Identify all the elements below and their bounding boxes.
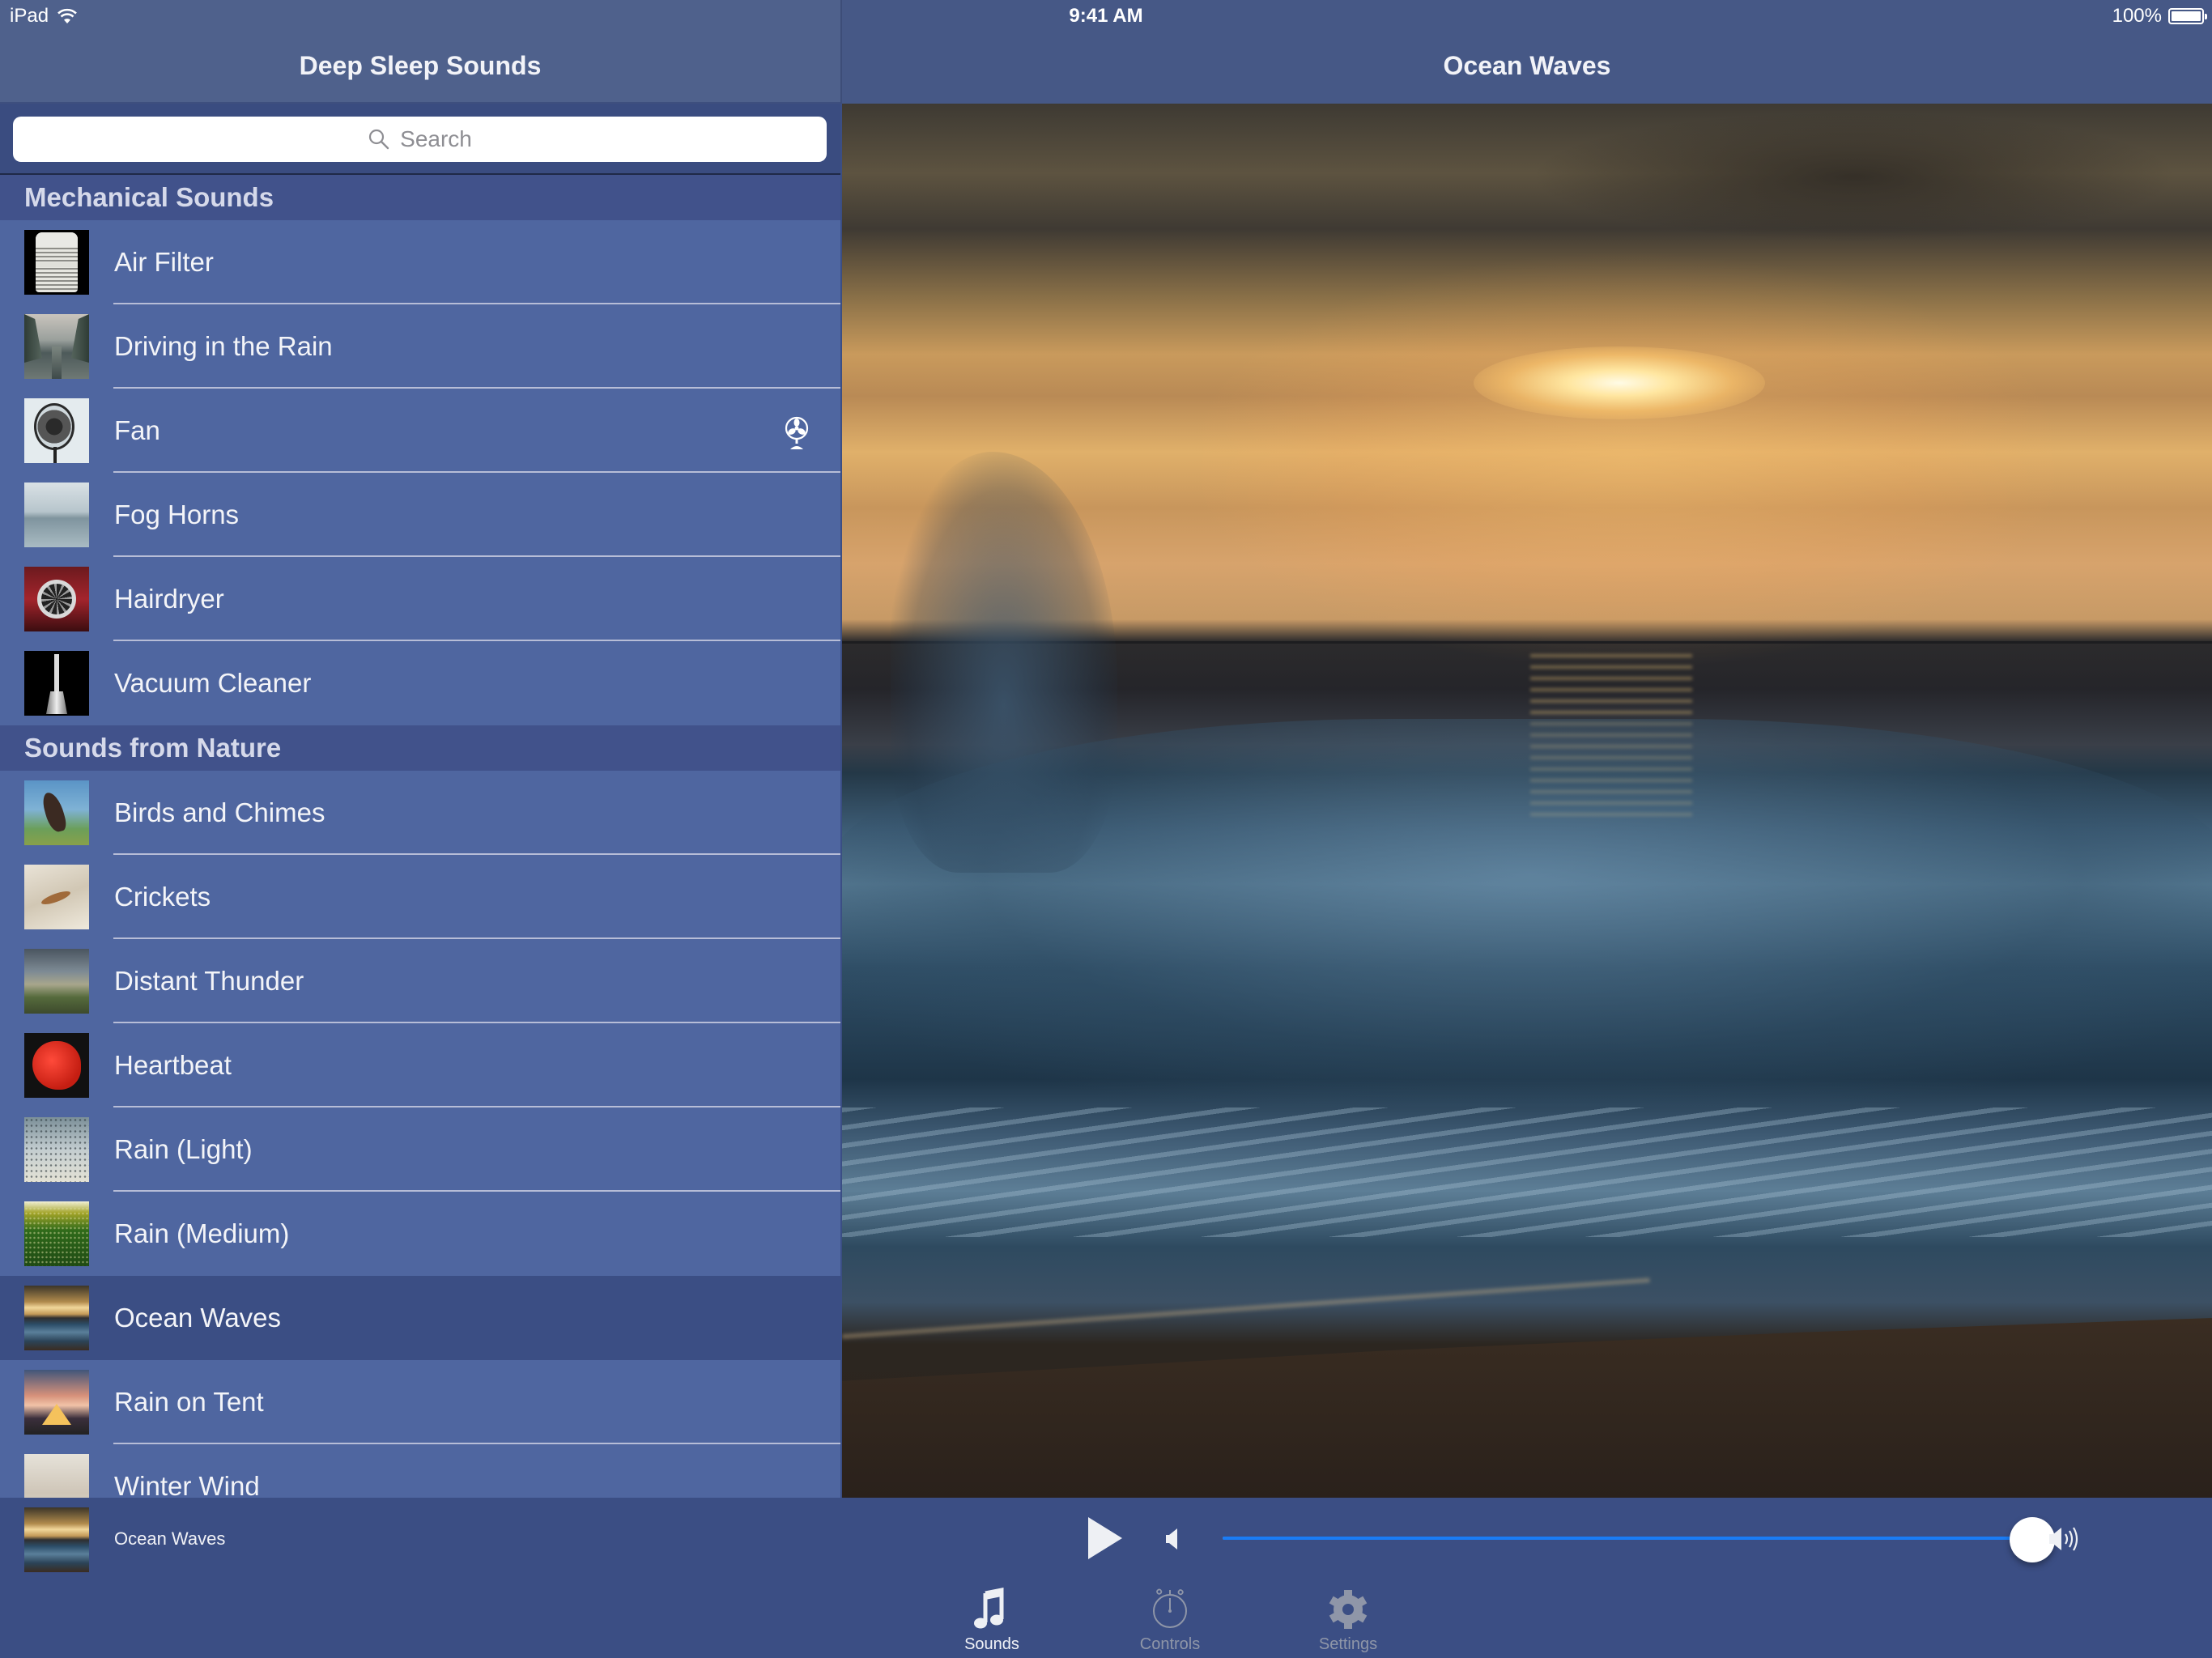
fog-horns-thumbnail — [24, 483, 89, 547]
crickets-thumbnail — [24, 865, 89, 929]
list-item-label: Rain on Tent — [114, 1387, 264, 1417]
ocean-waves-thumbnail — [24, 1286, 89, 1350]
list-item-heartbeat[interactable]: Heartbeat — [0, 1023, 840, 1107]
list-item-label: Driving in the Rain — [114, 331, 333, 361]
tab-label: Controls — [1139, 1635, 1201, 1653]
beach-sand — [842, 1318, 2212, 1498]
birds-thumbnail — [24, 780, 89, 845]
search-input[interactable]: Search — [13, 117, 827, 162]
list-item-crickets[interactable]: Crickets — [0, 855, 840, 939]
winter-wind-thumbnail — [24, 1454, 89, 1498]
ocean-waves-image — [842, 104, 2212, 1498]
list-item-label: Winter Wind — [114, 1471, 260, 1498]
list-item-driving-rain[interactable]: Driving in the Rain — [0, 304, 840, 389]
list-item-label: Fog Horns — [114, 500, 240, 529]
tab-sounds[interactable]: Sounds — [935, 1579, 1049, 1658]
search-bar: Search — [0, 104, 840, 175]
list-item-label: Ocean Waves — [114, 1303, 282, 1333]
battery-percent: 100% — [2112, 5, 2162, 27]
list-item-air-filter[interactable]: Air Filter — [0, 220, 840, 304]
list-item-distant-thunder[interactable]: Distant Thunder — [0, 939, 840, 1023]
wave — [842, 719, 2212, 1107]
list-item-label: Fan — [114, 415, 160, 445]
list-item-label: Birds and Chimes — [114, 797, 325, 827]
driving-rain-thumbnail — [24, 314, 89, 379]
sound-list[interactable]: Mechanical Sounds Air Filter Driving in … — [0, 175, 840, 1498]
list-item-label: Hairdryer — [114, 584, 224, 614]
detail-title: Ocean Waves — [1443, 51, 1611, 80]
list-item-birds-chimes[interactable]: Birds and Chimes — [0, 771, 840, 855]
now-playing[interactable]: Ocean Waves — [24, 1507, 225, 1572]
volume-fill — [1223, 1537, 2032, 1540]
list-item-label: Rain (Medium) — [114, 1218, 290, 1248]
list-item-vacuum-cleaner[interactable]: Vacuum Cleaner — [0, 641, 840, 725]
hairdryer-thumbnail — [24, 567, 89, 631]
play-icon — [1088, 1517, 1122, 1559]
music-note-icon — [974, 1587, 1004, 1629]
list-item-rain-on-tent[interactable]: Rain on Tent — [0, 1360, 840, 1444]
list-item-label: Heartbeat — [114, 1050, 232, 1080]
tab-label: Sounds — [964, 1635, 1019, 1653]
list-item-winter-wind[interactable]: Winter Wind — [0, 1444, 840, 1498]
list-item-label: Vacuum Cleaner — [114, 668, 312, 698]
list-item-label: Air Filter — [114, 247, 214, 277]
player-bar: Ocean Waves Sounds Controls Settings — [0, 1498, 2212, 1658]
volume-high-icon — [2049, 1527, 2078, 1551]
battery-icon — [2168, 8, 2207, 24]
list-item-rain-medium[interactable]: Rain (Medium) — [0, 1192, 840, 1276]
stopwatch-icon — [1153, 1588, 1187, 1628]
status-bar: iPad 9:41 AM 100% — [0, 0, 2212, 32]
list-item-rain-light[interactable]: Rain (Light) — [0, 1107, 840, 1192]
list-item-label: Distant Thunder — [114, 966, 304, 996]
tab-controls[interactable]: Controls — [1113, 1579, 1227, 1658]
sidebar-title: Deep Sleep Sounds — [299, 51, 542, 80]
search-placeholder: Search — [400, 126, 472, 151]
thunder-thumbnail — [24, 949, 89, 1014]
tab-bar: Sounds Controls Settings — [874, 1579, 1377, 1658]
now-playing-title: Ocean Waves — [114, 1528, 226, 1549]
sun — [1474, 346, 1765, 419]
vacuum-cleaner-thumbnail — [24, 651, 89, 716]
list-item-label: Rain (Light) — [114, 1134, 253, 1164]
section-header-mechanical: Mechanical Sounds — [0, 175, 840, 220]
rain-tent-thumbnail — [24, 1370, 89, 1435]
gear-icon — [1329, 1590, 1368, 1629]
now-playing-thumbnail — [24, 1507, 89, 1572]
search-icon — [369, 129, 389, 150]
list-item-fan[interactable]: Fan — [0, 389, 840, 473]
rain-medium-thumbnail — [24, 1201, 89, 1266]
fan-thumbnail — [24, 398, 89, 463]
fan-icon — [785, 416, 809, 449]
list-item-ocean-waves[interactable]: Ocean Waves — [0, 1276, 840, 1360]
volume-slider[interactable] — [1223, 1517, 2055, 1562]
heartbeat-thumbnail — [24, 1033, 89, 1098]
volume-low-icon — [1166, 1528, 1177, 1550]
section-header-nature: Sounds from Nature — [0, 725, 840, 771]
play-button[interactable] — [1085, 1514, 1125, 1562]
list-item-label: Crickets — [114, 882, 211, 912]
list-item-hairdryer[interactable]: Hairdryer — [0, 557, 840, 641]
air-filter-thumbnail — [24, 230, 89, 295]
rain-light-thumbnail — [24, 1117, 89, 1182]
tab-label: Settings — [1318, 1635, 1378, 1653]
clock: 9:41 AM — [1069, 5, 1143, 27]
list-item-fog-horns[interactable]: Fog Horns — [0, 473, 840, 557]
sidebar: Deep Sleep Sounds Search Mechanical Soun… — [0, 0, 840, 1498]
tab-settings[interactable]: Settings — [1291, 1579, 1405, 1658]
